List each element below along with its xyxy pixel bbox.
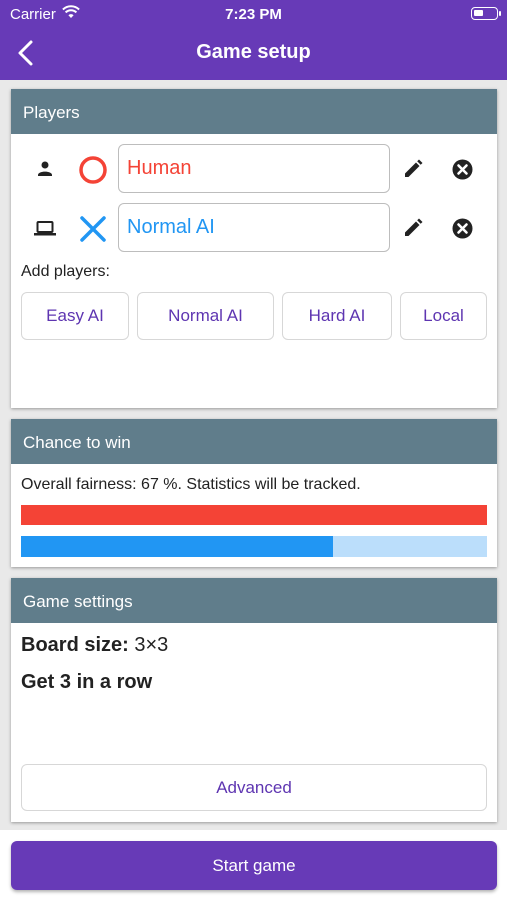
players-header: Players bbox=[11, 89, 497, 134]
chance-header: Chance to win bbox=[11, 419, 497, 464]
player-name-field-2[interactable] bbox=[118, 203, 390, 252]
advanced-button[interactable]: Advanced bbox=[21, 764, 487, 811]
start-game-button[interactable]: Start game bbox=[11, 841, 497, 890]
fairness-text: Overall fairness: 67 %. Statistics will … bbox=[21, 476, 361, 493]
players-card: Players Add players: Easy AI Norm bbox=[11, 89, 497, 408]
player1-chance-bar bbox=[21, 505, 487, 525]
add-local-button[interactable]: Local bbox=[400, 292, 487, 340]
player-row-2 bbox=[11, 203, 497, 253]
player-row-1 bbox=[11, 144, 497, 194]
pencil-icon[interactable] bbox=[402, 217, 424, 239]
settings-header: Game settings bbox=[11, 578, 497, 623]
status-bar: Carrier 7:23 PM bbox=[0, 0, 507, 28]
cross-mark-icon bbox=[77, 213, 109, 245]
add-easy-ai-button[interactable]: Easy AI bbox=[21, 292, 129, 340]
player2-chance-bar bbox=[21, 536, 334, 557]
pencil-icon[interactable] bbox=[402, 158, 424, 180]
add-normal-ai-button[interactable]: Normal AI bbox=[137, 292, 274, 340]
remove-player-icon[interactable] bbox=[451, 158, 474, 181]
circle-mark-icon bbox=[77, 154, 109, 186]
add-hard-ai-button[interactable]: Hard AI bbox=[282, 292, 392, 340]
board-size-label: Board size: bbox=[21, 634, 129, 656]
player2-chance-track bbox=[21, 536, 487, 557]
person-icon bbox=[33, 158, 57, 180]
remove-player-icon[interactable] bbox=[451, 217, 474, 240]
add-players-label: Add players: bbox=[21, 263, 110, 280]
settings-card: Game settings Board size: 3×3 Get 3 in a… bbox=[11, 578, 497, 822]
clock-time: 7:23 PM bbox=[225, 6, 282, 23]
player-name-field-1[interactable] bbox=[118, 144, 390, 193]
board-size-value: 3×3 bbox=[134, 634, 169, 656]
board-size-setting: Board size: 3×3 bbox=[21, 634, 168, 657]
page-title: Game setup bbox=[196, 41, 311, 63]
bottom-bar: Start game bbox=[0, 830, 507, 900]
laptop-icon bbox=[33, 217, 57, 239]
battery-icon bbox=[471, 7, 501, 20]
win-rule-text: Get 3 in a row bbox=[21, 671, 153, 693]
app-bar: Game setup bbox=[0, 28, 507, 80]
chance-card: Chance to win Overall fairness: 67 %. St… bbox=[11, 419, 497, 567]
